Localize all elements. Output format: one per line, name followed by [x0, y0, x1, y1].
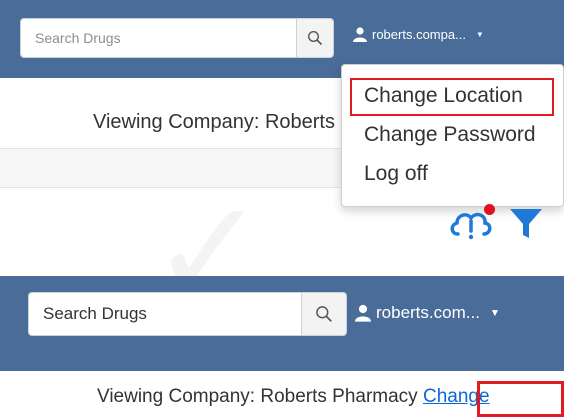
user-icon — [353, 27, 367, 42]
search-input[interactable]: Search Drugs — [20, 18, 297, 58]
notification-dot — [484, 204, 495, 215]
user-icon — [355, 304, 371, 322]
search-button[interactable] — [297, 18, 334, 58]
caret-down-icon: ▼ — [475, 30, 484, 39]
content-band — [0, 148, 341, 188]
search-button[interactable] — [302, 292, 347, 336]
viewing-company-text: Viewing Company: Roberts Pharmacy — [93, 111, 341, 133]
viewing-company-line: Viewing Company: Roberts Pharmacy Change — [97, 386, 490, 408]
user-menu-toggle[interactable]: roberts.compa... ▼ — [353, 27, 484, 42]
log-off-menu-item[interactable]: Log off — [364, 162, 428, 186]
change-password-menu-item[interactable]: Change Password — [364, 123, 536, 147]
status-icons — [448, 204, 544, 242]
search-input[interactable]: Search Drugs — [28, 292, 302, 336]
change-location-highlight — [350, 78, 554, 116]
viewing-company-text: Viewing Company: Roberts Pharmacy — [97, 386, 423, 407]
search-icon — [316, 306, 332, 322]
cloud-alert-button[interactable] — [448, 204, 495, 242]
user-menu-toggle[interactable]: roberts.com... ▼ — [355, 303, 500, 323]
user-menu-username: roberts.com... — [376, 303, 480, 322]
caret-down-icon: ▼ — [489, 307, 501, 319]
bottom-search-group: Search Drugs — [28, 292, 347, 336]
filter-icon[interactable] — [508, 205, 544, 241]
change-link-highlight — [477, 381, 564, 417]
user-menu-username: roberts.compa... — [372, 27, 466, 42]
top-search-group: Search Drugs — [20, 18, 334, 58]
search-icon — [307, 30, 323, 46]
